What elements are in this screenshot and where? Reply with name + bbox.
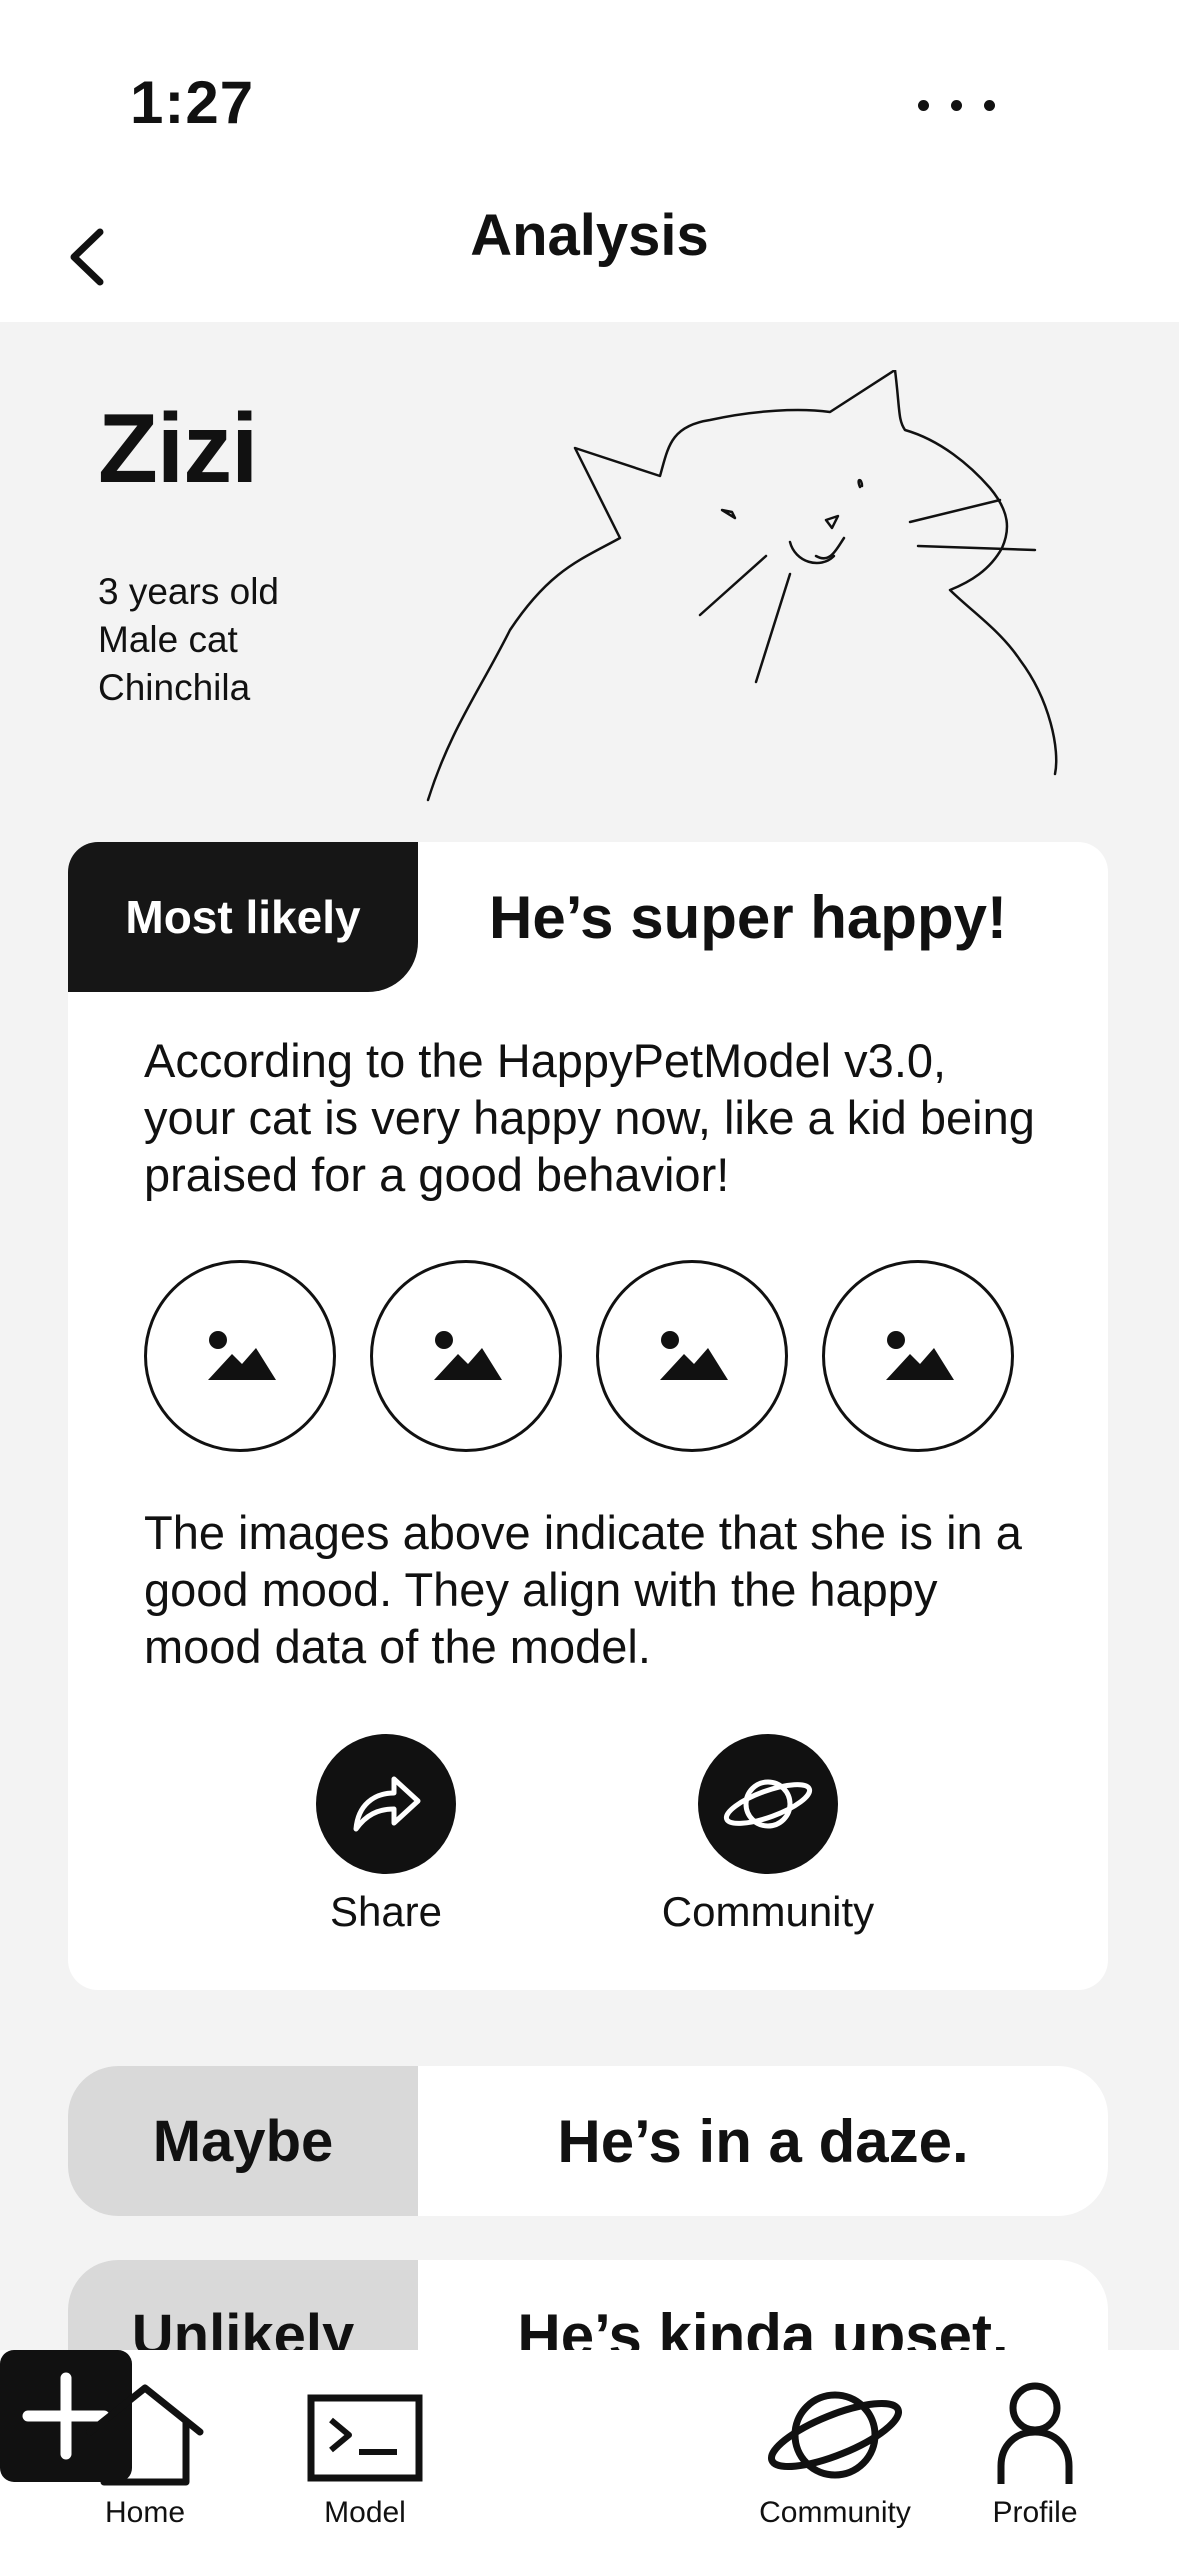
result-card-maybe[interactable]: Maybe He’s in a daze. [68,2066,1108,2216]
evidence-image-2[interactable] [370,1260,562,1452]
tab-home[interactable]: Home [70,2380,220,2530]
terminal-icon [307,2394,423,2482]
status-time: 1:27 [130,69,255,136]
tab-model[interactable]: Model [290,2380,440,2530]
tab-community[interactable]: Community [755,2380,915,2530]
likelihood-tag: Maybe [68,2066,418,2216]
pet-name: Zizi [98,393,258,503]
evidence-images [144,1260,1014,1452]
evidence-image-3[interactable] [596,1260,788,1452]
planet-icon [698,1734,838,1874]
main-result-card: Most likely He’s super happy! According … [68,842,1108,1990]
planet-icon [768,2391,902,2479]
community-label: Community [661,1888,875,1935]
user-icon [997,2382,1073,2484]
result-description: According to the HappyPetModel v3.0, you… [144,1034,1035,1201]
image-icon [208,1331,276,1380]
nav-header: Analysis [0,190,1179,322]
result-headline: He’s in a daze. [557,2107,969,2175]
home-icon [86,2384,204,2486]
share-label: Share [329,1888,443,1935]
pet-breed: Chinchila [98,667,251,708]
tab-home-label: Home [104,2496,186,2529]
page-title: Analysis [470,203,709,268]
share-icon [316,1734,456,1874]
tab-community-label: Community [759,2496,911,2529]
more-options-icon[interactable] [918,100,995,111]
community-button[interactable]: Community [628,1734,908,1936]
image-icon [434,1331,502,1380]
share-button[interactable]: Share [266,1734,506,1936]
evidence-image-1[interactable] [144,1260,336,1452]
pet-sex: Male cat [98,619,238,660]
pet-info: 3 years old Male cat Chinchila [98,568,279,712]
result-headline: He’s super happy! [489,883,1007,951]
cat-illustration [426,370,1058,802]
evidence-image-4[interactable] [822,1260,1014,1452]
status-bar: 1:27 [0,0,1179,200]
image-icon [660,1331,728,1380]
image-icon [886,1331,954,1380]
tab-profile-label: Profile [992,2496,1078,2529]
pet-age: 3 years old [98,571,279,612]
tab-model-label: Model [324,2496,406,2529]
result-explanation: The images above indicate that she is in… [144,1506,1022,1673]
tab-profile[interactable]: Profile [960,2380,1110,2530]
likelihood-tag: Most likely [68,842,418,992]
bottom-tab-bar: Home Model Community Profile [0,2350,1179,2556]
